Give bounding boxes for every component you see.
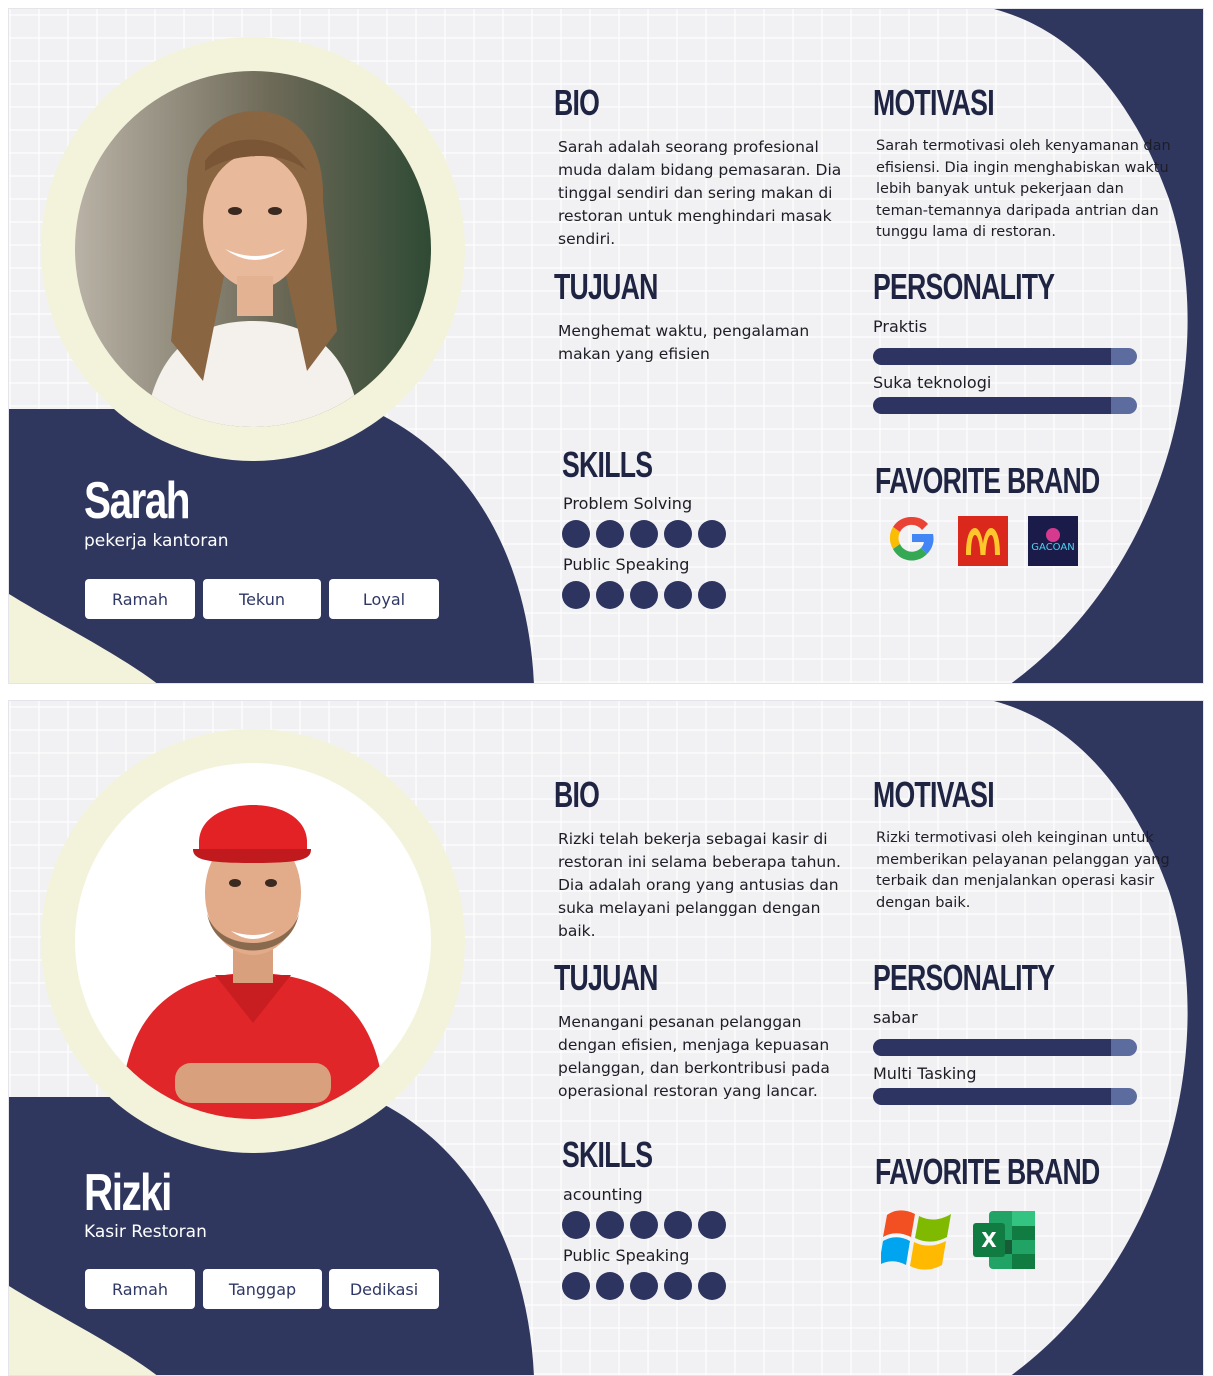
rating-dot: [664, 520, 692, 548]
rating-dot: [596, 581, 624, 609]
rating-dot: [630, 1272, 658, 1300]
sarah-photo: [75, 71, 431, 427]
excel-logo-icon: X: [971, 1209, 1037, 1271]
tujuan-heading: TUJUAN: [554, 957, 658, 998]
brand-heading: FAVORITE BRAND: [875, 1151, 1100, 1192]
personality-label: Suka teknologi: [873, 373, 992, 392]
tujuan-text: Menghemat waktu, pengalaman makan yang e…: [558, 322, 810, 363]
skill-rating: [562, 1272, 726, 1300]
skill-rating: [562, 520, 726, 548]
trait-tag: Ramah: [85, 579, 195, 619]
windows-logo-icon: [881, 1205, 955, 1273]
skill-rating: [562, 1211, 726, 1239]
skill-label: Public Speaking: [563, 555, 690, 574]
rating-dot: [630, 520, 658, 548]
persona-name: Sarah: [84, 472, 190, 530]
personality-label: sabar: [873, 1008, 918, 1027]
rating-dot: [698, 520, 726, 548]
bio-heading: BIO: [554, 774, 600, 815]
trait-tag: Loyal: [329, 579, 439, 619]
rating-dot: [664, 1272, 692, 1300]
persona-card-rizki: Rizki Kasir Restoran Ramah Tanggap Dedik…: [8, 700, 1204, 1376]
trait-tag: Ramah: [85, 1269, 195, 1309]
trait-tag: Tanggap: [203, 1269, 322, 1309]
google-logo-icon: [887, 513, 937, 563]
personality-heading: PERSONALITY: [873, 266, 1055, 307]
skills-heading: SKILLS: [562, 444, 653, 485]
skill-label: Problem Solving: [563, 494, 693, 513]
rating-dot: [664, 1211, 692, 1239]
personality-label: Praktis: [873, 317, 928, 336]
persona-card-sarah: Sarah pekerja kantoran Ramah Tekun Loyal…: [8, 8, 1204, 684]
trait-tag: Dedikasi: [329, 1269, 439, 1309]
rating-dot: [630, 581, 658, 609]
motivasi-heading: MOTIVASI: [873, 82, 995, 123]
rizki-photo: [75, 763, 431, 1119]
personality-label: Multi Tasking: [873, 1064, 977, 1083]
motivasi-text: Sarah termotivasi oleh kenyamanan dan ef…: [876, 138, 1171, 240]
mcdonalds-logo-icon: [958, 516, 1008, 566]
motivasi-heading: MOTIVASI: [873, 774, 995, 815]
rating-dot: [596, 1211, 624, 1239]
rating-dot: [562, 581, 590, 609]
personality-bar: [873, 348, 1137, 365]
gacoan-logo-icon: GACOAN: [1028, 516, 1078, 566]
bio-text: Rizki telah bekerja sebagai kasir di res…: [558, 830, 841, 940]
personality-bar: [873, 1088, 1137, 1105]
skills-heading: SKILLS: [562, 1134, 653, 1175]
rating-dot: [664, 581, 692, 609]
trait-tag: Tekun: [203, 579, 321, 619]
brand-heading: FAVORITE BRAND: [875, 460, 1100, 501]
rating-dot: [698, 581, 726, 609]
personality-heading: PERSONALITY: [873, 957, 1055, 998]
tujuan-heading: TUJUAN: [554, 266, 658, 307]
rating-dot: [562, 1211, 590, 1239]
skill-label: acounting: [563, 1185, 643, 1204]
motivasi-text: Rizki termotivasi oleh keinginan untuk m…: [876, 830, 1170, 911]
bio-text: Sarah adalah seorang profesional muda da…: [558, 138, 842, 248]
persona-role: Kasir Restoran: [84, 1222, 207, 1242]
excel-logo-letter: X: [981, 1228, 997, 1252]
bio-heading: BIO: [554, 82, 600, 123]
rating-dot: [562, 1272, 590, 1300]
persona-role: pekerja kantoran: [84, 531, 229, 551]
persona-name: Rizki: [84, 1164, 172, 1222]
rating-dot: [698, 1211, 726, 1239]
personality-bar: [873, 1039, 1137, 1056]
rating-dot: [562, 520, 590, 548]
rating-dot: [596, 1272, 624, 1300]
skill-rating: [562, 581, 726, 609]
skill-label: Public Speaking: [563, 1246, 690, 1265]
rating-dot: [630, 1211, 658, 1239]
tujuan-text: Menangani pesanan pelanggan dengan efisi…: [558, 1013, 830, 1100]
right-navy-shape: [994, 9, 1203, 683]
rating-dot: [698, 1272, 726, 1300]
personality-bar: [873, 397, 1137, 414]
gacoan-logo-text: GACOAN: [1031, 542, 1074, 553]
rating-dot: [596, 520, 624, 548]
